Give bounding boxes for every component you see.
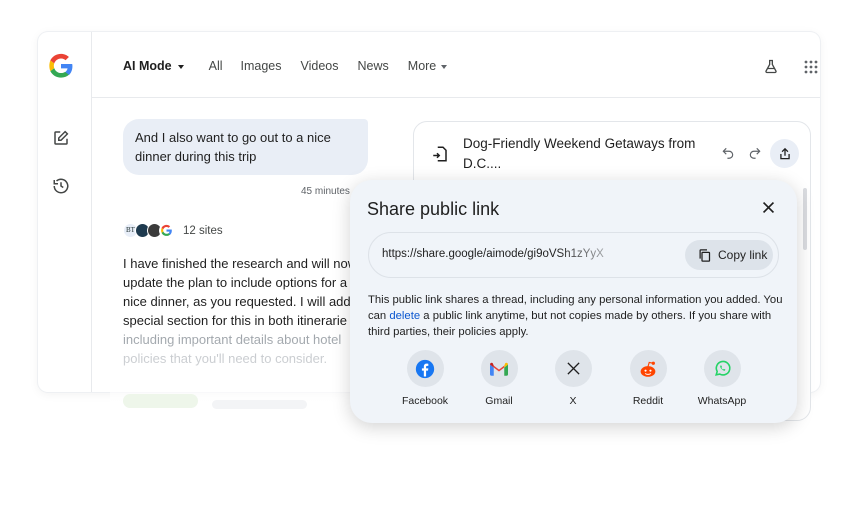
scrollbar[interactable]: [803, 188, 807, 250]
share-gmail-circle: [480, 350, 518, 387]
canvas-title-line: D.C....: [463, 156, 502, 171]
tab-videos[interactable]: Videos: [301, 59, 339, 73]
share-option-label: Reddit: [632, 395, 664, 407]
share-reddit-circle: [629, 350, 667, 387]
google-logo-icon[interactable]: [47, 52, 75, 80]
answer-line: policies that you'll need to consider.: [123, 351, 328, 366]
user-message-bubble: And I also want to go out to a nice dinn…: [123, 119, 368, 175]
answer-line: including important details about hotel: [123, 332, 342, 347]
tab-all[interactable]: All: [209, 59, 223, 73]
new-chat-icon[interactable]: [52, 129, 70, 147]
tab-news[interactable]: News: [358, 59, 389, 73]
labs-flask-icon[interactable]: [763, 58, 779, 75]
history-icon[interactable]: [52, 177, 70, 195]
user-message-line: And I also want to go out to a nice: [135, 130, 331, 145]
share-option-label: Gmail: [485, 395, 513, 407]
chevron-down-icon: [177, 64, 184, 69]
answer-line: nice dinner, as you requested. I will ad…: [123, 294, 351, 309]
undo-icon[interactable]: [721, 146, 735, 160]
copy-link-button[interactable]: Copy link: [685, 240, 773, 270]
canvas-title: Dog-Friendly Weekend Getaways from D.C..…: [463, 134, 708, 174]
share-button[interactable]: [770, 139, 799, 168]
share-targets: Facebook Gmail X Reddit WhatsApp: [388, 350, 768, 410]
message-timestamp: 45 minutes: [301, 186, 350, 197]
top-bar: AI Mode All Images Videos News More: [92, 32, 820, 98]
share-gmail-button[interactable]: Gmail: [464, 350, 534, 407]
document-arrow-icon: [433, 146, 447, 162]
canvas-title-line: Dog-Friendly Weekend Getaways from: [463, 136, 696, 151]
info-text-part: a public link anytime, but not copies ma…: [368, 310, 772, 338]
sources-count: 12 sites: [183, 224, 223, 237]
copy-icon: [699, 248, 711, 262]
faded-text: [212, 400, 307, 409]
redo-icon[interactable]: [748, 146, 762, 160]
whatsapp-icon: [714, 360, 730, 376]
tab-images[interactable]: Images: [241, 59, 282, 73]
share-info-text: This public link shares a thread, includ…: [368, 292, 783, 340]
share-option-label: X: [569, 395, 577, 407]
copy-link-label: Copy link: [718, 248, 768, 262]
public-link-field[interactable]: https://share.google/aimode/gi9oVSh1zYyX…: [368, 232, 779, 278]
share-x-circle: [554, 350, 592, 387]
answer-line: I have finished the research and will no…: [123, 256, 353, 271]
ai-answer-text: I have finished the research and will no…: [123, 254, 353, 368]
sources-row[interactable]: BT 12 sites: [123, 223, 223, 238]
delete-link[interactable]: delete: [389, 310, 420, 322]
share-facebook-circle: [406, 350, 444, 387]
side-rail: [38, 32, 92, 392]
share-reddit-button[interactable]: Reddit: [613, 350, 683, 407]
answer-line: update the plan to include options for a: [123, 275, 348, 290]
close-icon[interactable]: [760, 199, 777, 216]
tab-more[interactable]: More: [407, 59, 448, 73]
apps-grid-icon[interactable]: [804, 60, 818, 74]
faded-chip: [123, 394, 198, 408]
gmail-icon: [490, 362, 508, 376]
share-option-label: Facebook: [401, 395, 449, 407]
public-link-url[interactable]: https://share.google/aimode/gi9oVSh1zYyX: [382, 248, 682, 260]
search-mode-tabs: AI Mode All Images Videos News More: [123, 59, 448, 73]
tab-ai-mode[interactable]: AI Mode: [123, 59, 184, 73]
user-message-line: dinner during this trip: [135, 149, 257, 164]
tab-more-label: More: [407, 59, 437, 73]
dialog-title: Share public link: [367, 199, 500, 219]
reddit-icon: [640, 361, 656, 377]
share-whatsapp-button[interactable]: WhatsApp: [687, 350, 757, 407]
share-facebook-button[interactable]: Facebook: [390, 350, 460, 407]
share-icon: [779, 147, 790, 159]
chevron-down-icon: [441, 64, 448, 69]
google-favicon-icon: [159, 223, 174, 238]
share-public-link-dialog: Share public link https://share.google/a…: [350, 180, 797, 423]
share-whatsapp-circle: [703, 350, 741, 387]
share-option-label: WhatsApp: [697, 395, 747, 407]
share-x-button[interactable]: X: [538, 350, 608, 407]
facebook-icon: [415, 359, 435, 378]
answer-line: special section for this in both itinera…: [123, 313, 348, 328]
tab-ai-mode-label: AI Mode: [123, 59, 172, 73]
x-icon: [566, 362, 580, 375]
